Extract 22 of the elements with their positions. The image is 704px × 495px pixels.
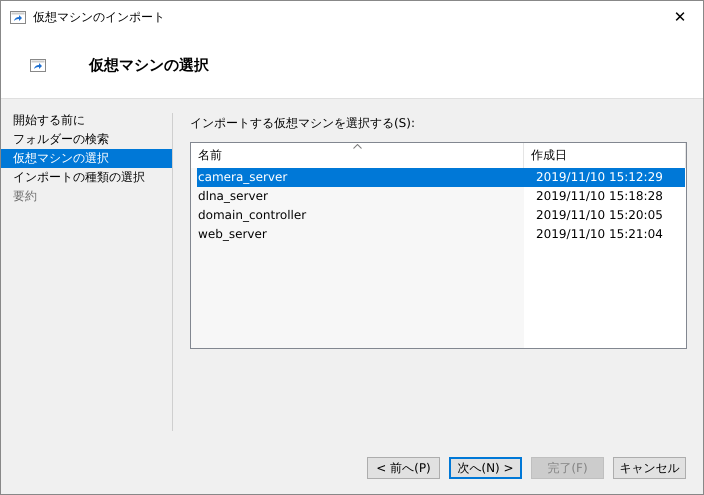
- step-item[interactable]: 仮想マシンの選択: [1, 149, 172, 168]
- step-item[interactable]: フォルダーの検索: [1, 130, 172, 149]
- page-heading: 仮想マシンの選択: [89, 56, 209, 75]
- close-button[interactable]: ✕: [657, 1, 703, 33]
- date-cell[interactable]: 2019/11/10 15:12:29: [530, 168, 685, 187]
- name-cell[interactable]: dlna_server: [197, 187, 530, 206]
- wizard-button[interactable]: キャンセル: [613, 457, 686, 479]
- vm-list[interactable]: 名前 作成日 camera_server 2019/11/10 15:12:29 dlna_server 2019/11/10 15:18:28 domain_controller 2019/11/10 15:20:05 web_server 2019/11/10 15:21:04: [190, 142, 687, 349]
- wizard-button[interactable]: 次へ(N) >: [449, 457, 522, 479]
- name-cell[interactable]: camera_server: [197, 168, 530, 187]
- date-cell[interactable]: 2019/11/10 15:21:04: [530, 225, 685, 244]
- header-icon: [30, 59, 46, 72]
- date-cell[interactable]: 2019/11/10 15:20:05: [530, 206, 685, 225]
- window-icon: [10, 10, 26, 24]
- name-cell[interactable]: domain_controller: [197, 206, 530, 225]
- list-label: インポートする仮想マシンを選択する(S):: [190, 115, 416, 132]
- date-cell[interactable]: 2019/11/10 15:18:28: [530, 187, 685, 206]
- wizard-button[interactable]: < 前へ(P): [367, 457, 440, 479]
- window-title: 仮想マシンのインポート: [33, 8, 166, 26]
- step-item[interactable]: インポートの種類の選択: [1, 168, 172, 187]
- step-item[interactable]: 開始する前に: [1, 111, 172, 130]
- name-cell[interactable]: web_server: [197, 225, 530, 244]
